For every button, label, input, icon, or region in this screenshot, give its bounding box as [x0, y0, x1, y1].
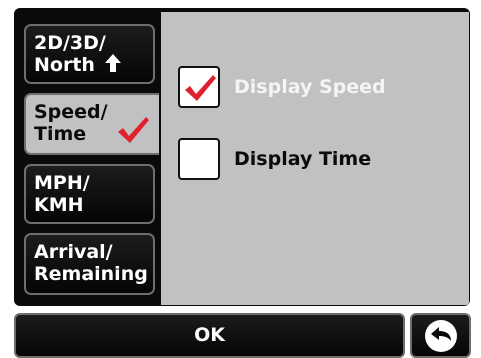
sidebar-item-mph-kmh[interactable]: MPH/ KMH: [24, 164, 155, 224]
sidebar-item-arrival-remaining[interactable]: Arrival/ Remaining: [24, 233, 155, 295]
sidebar-item-label: Remaining: [34, 263, 148, 285]
display-speed-label[interactable]: Display Speed: [234, 76, 386, 98]
sidebar-item-label: 2D/3D/: [34, 32, 106, 54]
sidebar-item-label: Arrival/: [34, 241, 113, 263]
sidebar-item-label: North: [34, 54, 95, 76]
checkmark-icon: [185, 75, 216, 101]
sidebar-item-speed-time[interactable]: Speed/ Time: [24, 93, 159, 155]
checkmark-icon: [118, 117, 149, 143]
ok-button[interactable]: OK: [14, 313, 405, 358]
back-button[interactable]: [410, 313, 471, 358]
sidebar-item-label: KMH: [34, 194, 84, 216]
sidebar-item-label: MPH/: [34, 172, 90, 194]
sidebar-item-2d-3d-north[interactable]: 2D/3D/ North: [24, 24, 155, 84]
display-time-checkbox[interactable]: [178, 138, 220, 180]
display-speed-checkbox[interactable]: [178, 66, 220, 108]
display-time-label[interactable]: Display Time: [234, 148, 371, 170]
back-arrow-icon: [425, 320, 457, 352]
arrow-up-icon: [104, 54, 121, 72]
ok-button-label: OK: [194, 324, 225, 346]
